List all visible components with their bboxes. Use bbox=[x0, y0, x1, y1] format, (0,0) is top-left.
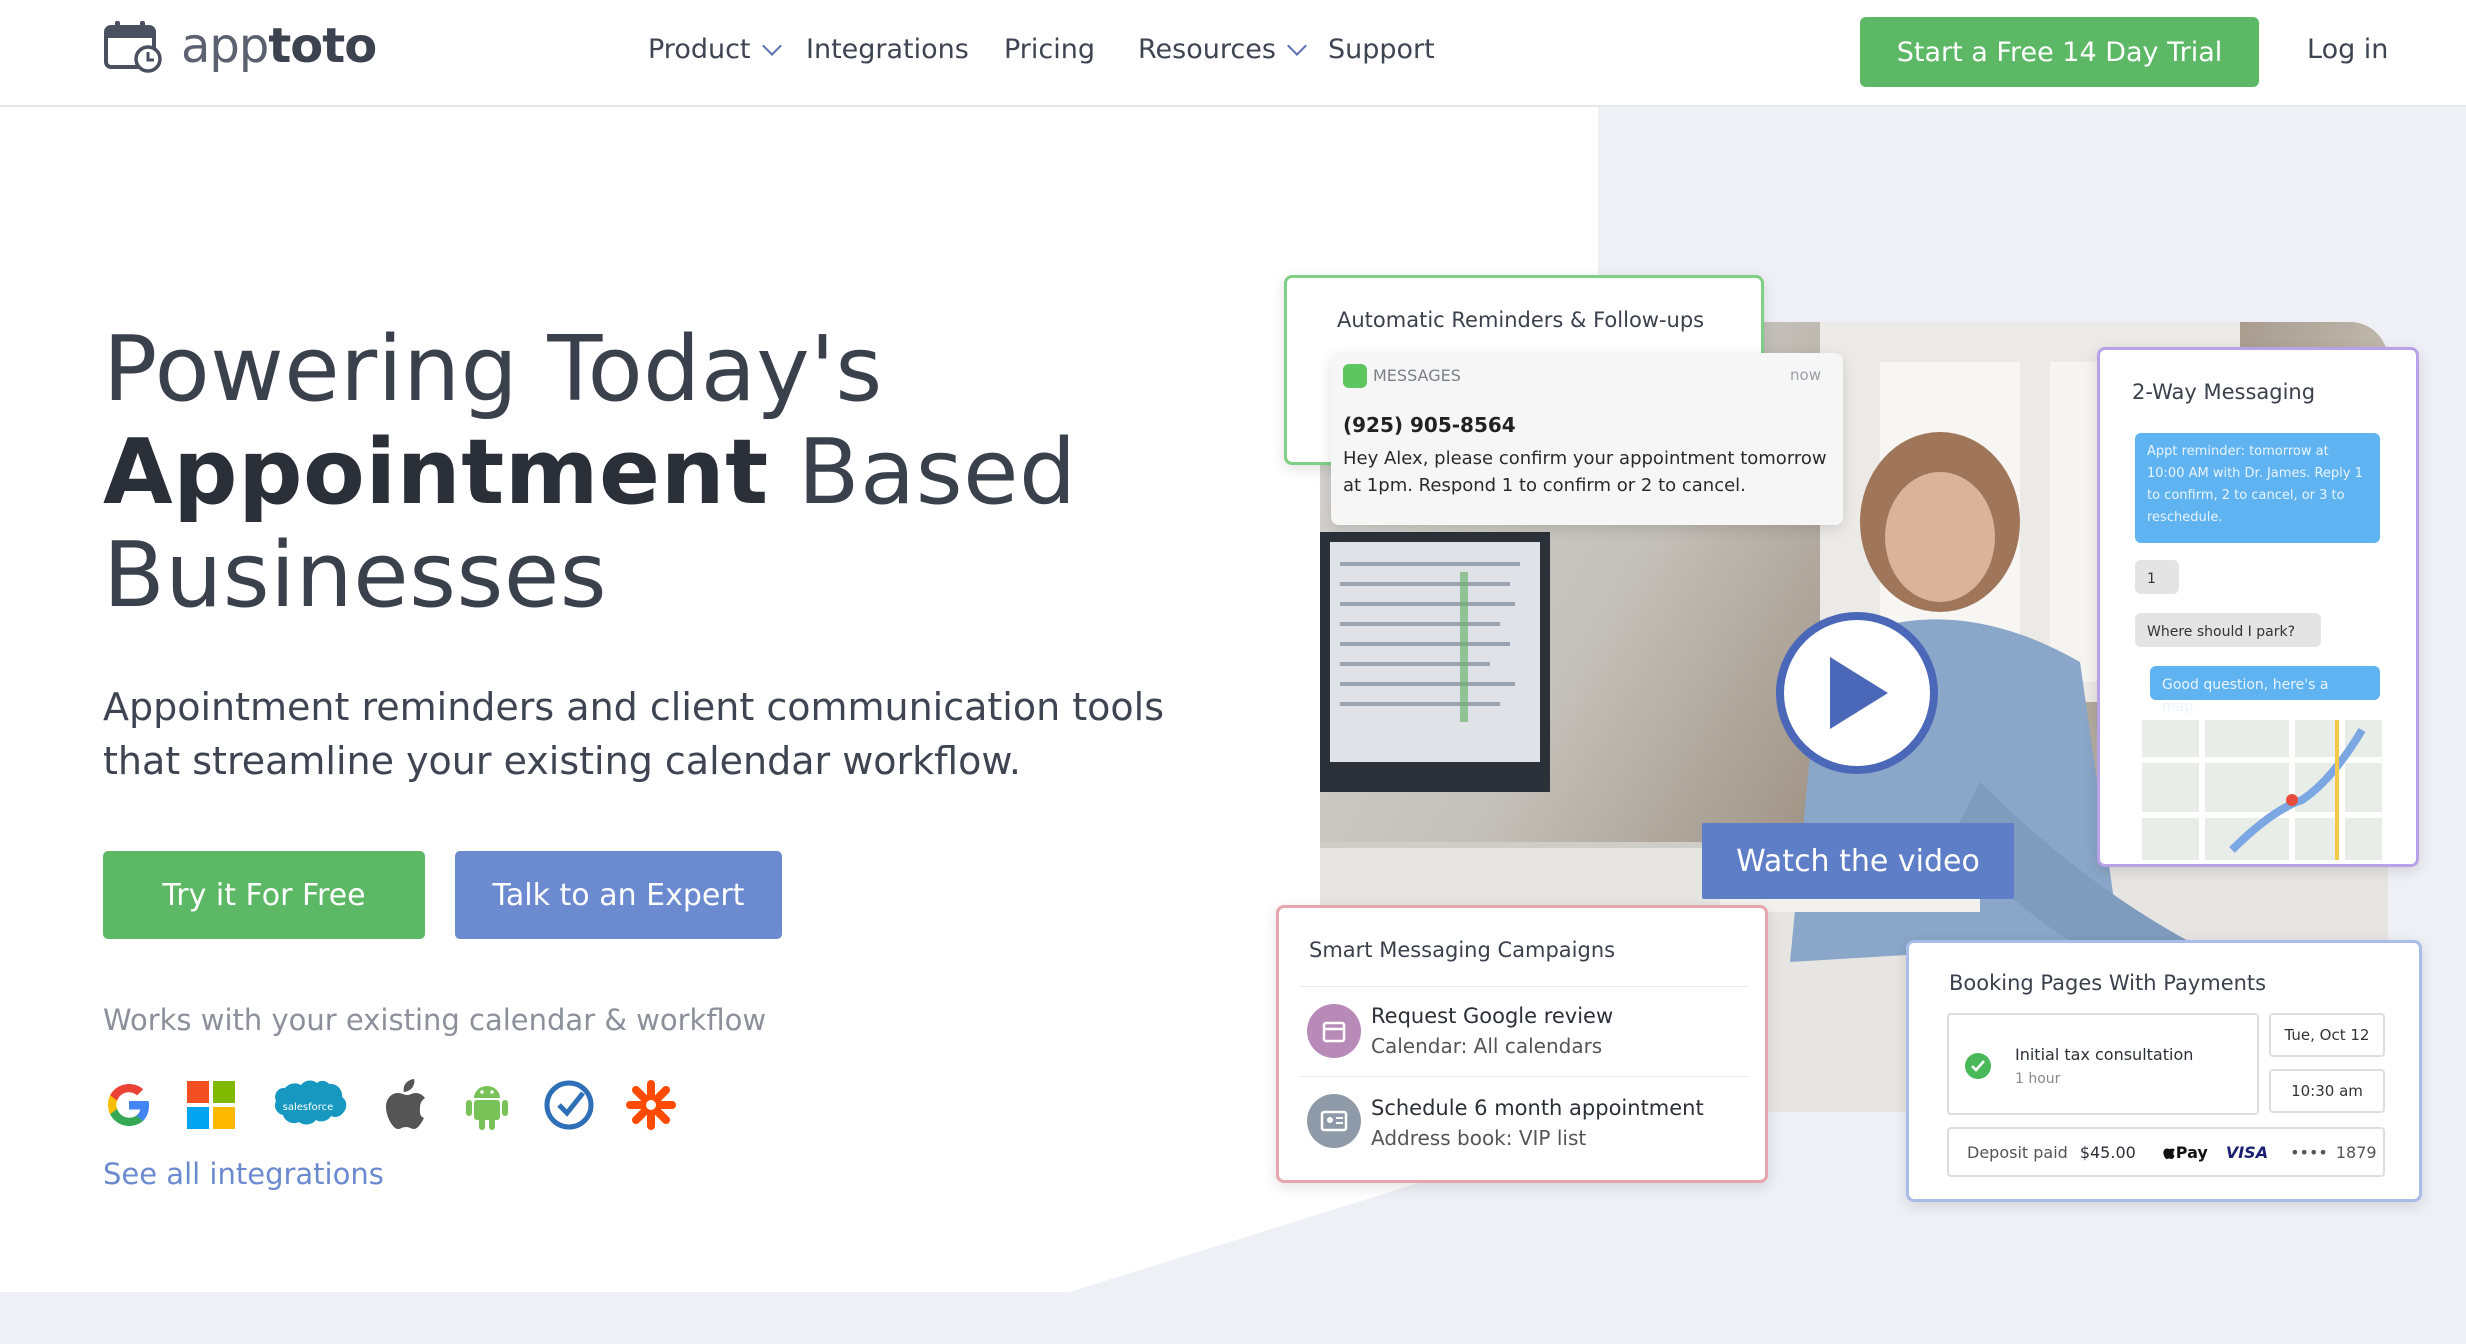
nav-product-label: Product bbox=[648, 34, 751, 65]
chevron-down-icon bbox=[761, 35, 782, 56]
nav-integrations[interactable]: Integrations bbox=[806, 34, 969, 65]
card-last4: 1879 bbox=[2335, 1142, 2377, 1162]
campaign-item-sub: Calendar: All calendars bbox=[1371, 1034, 1603, 1058]
start-free-trial-button[interactable]: Start a Free 14 Day Trial bbox=[1860, 17, 2259, 87]
hero-title: Powering Today's Appointment Based Busin… bbox=[103, 318, 1077, 627]
two-way-messaging-card: 2-Way Messaging Appt reminder: tomorrow … bbox=[2097, 347, 2419, 867]
service-name: Initial tax consultation bbox=[2015, 1045, 2194, 1064]
time-slot[interactable]: 10:30 am bbox=[2269, 1069, 2385, 1113]
nav-resources-label: Resources bbox=[1138, 34, 1276, 65]
address-book-icon bbox=[1307, 1094, 1361, 1148]
watch-video-button[interactable]: Watch the video bbox=[1702, 823, 2014, 899]
campaign-item-sub: Address book: VIP list bbox=[1371, 1126, 1587, 1150]
nav-product[interactable]: Product bbox=[648, 34, 782, 65]
check-circle-icon[interactable] bbox=[543, 1077, 595, 1133]
android-icon[interactable] bbox=[461, 1077, 513, 1133]
smart-campaigns-card: Smart Messaging Campaigns Request Google… bbox=[1276, 905, 1768, 1183]
play-video-button[interactable] bbox=[1776, 612, 1938, 774]
two-way-card-title: 2-Way Messaging bbox=[2132, 380, 2316, 404]
outgoing-answer: Good question, here's a map: bbox=[2150, 666, 2380, 715]
salesforce-wordmark: salesforce bbox=[283, 1102, 334, 1113]
outgoing-message: Appt reminder: tomorrow at 10:00 AM with… bbox=[2135, 433, 2380, 543]
deposit-label: Deposit paid bbox=[1967, 1142, 2068, 1162]
see-all-integrations-link[interactable]: See all integrations bbox=[103, 1157, 384, 1191]
incoming-question: Where should I park? bbox=[2135, 613, 2321, 647]
campaign-item-title: Schedule 6 month appointment bbox=[1371, 1096, 1704, 1120]
card-dots: •••• bbox=[2290, 1142, 2328, 1162]
visa-logo: VISA bbox=[2225, 1142, 2269, 1162]
booking-card-title: Booking Pages With Payments bbox=[1949, 971, 2267, 995]
hero-title-line2: Based bbox=[768, 420, 1077, 525]
date-slot[interactable]: Tue, Oct 12 bbox=[2269, 1013, 2385, 1057]
calendar-clock-icon bbox=[103, 19, 163, 73]
chevron-down-icon bbox=[1286, 35, 1307, 56]
google-icon[interactable] bbox=[103, 1077, 155, 1133]
incoming-reply: 1 bbox=[2135, 560, 2179, 594]
campaign-item-title: Request Google review bbox=[1371, 1004, 1614, 1028]
logo-wordmark: apptoto bbox=[181, 18, 377, 74]
map-thumbnail bbox=[2142, 720, 2382, 860]
apple-pay-logo: Pay bbox=[2162, 1143, 2208, 1162]
divider bbox=[1299, 986, 1749, 987]
service-duration: 1 hour bbox=[2015, 1071, 2061, 1087]
hero-title-bold: Appointment bbox=[103, 420, 769, 525]
apple-pay-icon bbox=[2163, 1148, 2175, 1160]
nav-support-label: Support bbox=[1328, 34, 1435, 65]
hero-subtitle: Appointment reminders and client communi… bbox=[103, 685, 1165, 783]
apple-icon[interactable] bbox=[379, 1077, 431, 1133]
sender-phone: (925) 905-8564 bbox=[1343, 413, 1516, 437]
nav-integrations-label: Integrations bbox=[806, 34, 969, 65]
nav-pricing-label: Pricing bbox=[1004, 34, 1096, 65]
salesforce-icon[interactable]: salesforce bbox=[267, 1077, 349, 1133]
nav-pricing[interactable]: Pricing bbox=[1004, 34, 1095, 65]
zapier-icon[interactable] bbox=[625, 1077, 677, 1133]
login-link[interactable]: Log in bbox=[2307, 34, 2388, 65]
apple-pay-label: Pay bbox=[2175, 1142, 2208, 1162]
deposit-amount: $45.00 bbox=[2079, 1142, 2136, 1162]
talk-expert-button[interactable]: Talk to an Expert bbox=[455, 851, 782, 939]
site-header: apptoto Product Integrations Pricing Res… bbox=[0, 0, 2466, 107]
try-free-button[interactable]: Try it For Free bbox=[103, 851, 425, 939]
notification-time: now bbox=[1790, 366, 1821, 384]
play-icon bbox=[1830, 657, 1888, 729]
booking-pages-card: Booking Pages With Payments Initial tax … bbox=[1906, 940, 2422, 1202]
divider bbox=[1299, 1076, 1749, 1077]
hero-title-line1: Powering Today's bbox=[103, 317, 883, 422]
check-icon bbox=[1965, 1053, 1991, 1079]
apptoto-logo[interactable]: apptoto bbox=[103, 18, 377, 74]
payment-summary: Deposit paid $45.00 Pay VISA •••• 1879 bbox=[1947, 1127, 2385, 1177]
nav-support[interactable]: Support bbox=[1328, 34, 1435, 65]
works-with-text: Works with your existing calendar & work… bbox=[103, 1003, 767, 1037]
integration-icons: salesforce bbox=[103, 1077, 677, 1133]
campaigns-card-title: Smart Messaging Campaigns bbox=[1309, 938, 1616, 962]
sms-notification: MESSAGES now (925) 905-8564 Hey Alex, pl… bbox=[1331, 353, 1843, 525]
messages-app-label: MESSAGES bbox=[1373, 366, 1461, 385]
microsoft-icon[interactable] bbox=[185, 1077, 237, 1133]
section-divider-band bbox=[0, 1292, 2466, 1344]
calendar-icon bbox=[1307, 1004, 1361, 1058]
reminders-card-title: Automatic Reminders & Follow-ups bbox=[1337, 308, 1705, 332]
hero-title-line3: Businesses bbox=[103, 523, 608, 628]
sms-message: Hey Alex, please confirm your appointmen… bbox=[1343, 448, 1827, 496]
service-selector[interactable]: Initial tax consultation 1 hour bbox=[1947, 1013, 2259, 1115]
messages-app-icon bbox=[1343, 364, 1367, 388]
nav-resources[interactable]: Resources bbox=[1138, 34, 1307, 65]
